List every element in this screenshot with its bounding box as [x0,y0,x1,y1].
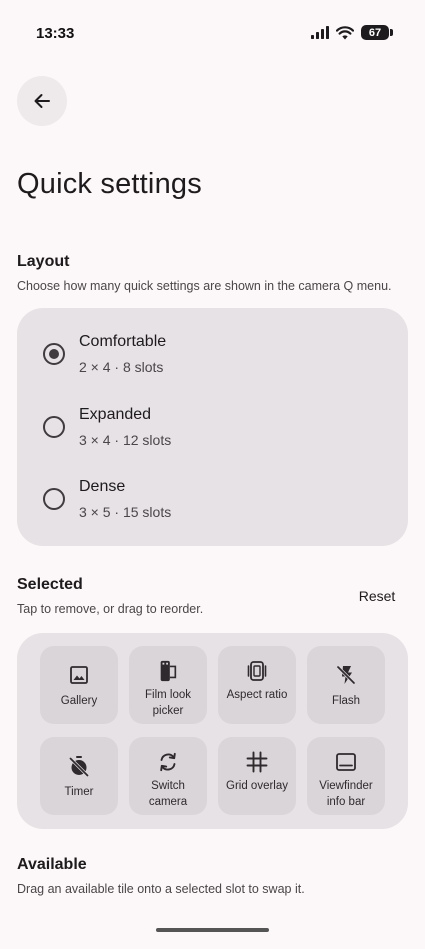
status-bar: 13:33 67 [0,0,425,66]
tile-label: Flash [331,695,361,707]
selected-tiles-card: Gallery Film look picker Aspect ratio Fl… [17,633,408,829]
tile-label: Grid overlay [226,780,288,792]
available-section-description: Drag an available tile onto a selected s… [17,882,305,896]
selected-section-title: Selected [17,576,83,593]
info-bar-icon [335,751,357,773]
tile-label: Switch camera [148,780,188,808]
battery-level: 67 [368,26,382,39]
layout-section-title: Layout [17,253,70,270]
layout-option-comfortable[interactable]: Comfortable 2 × 4 · 8 slots [17,319,408,389]
grid-icon [246,751,268,773]
tile-label: Aspect ratio [226,689,288,701]
layout-option-label: Expanded [79,406,152,423]
layout-option-sublabel: 2 × 4 · 8 slots [79,359,164,375]
layout-option-label: Comfortable [79,333,167,350]
aspect-ratio-icon [246,660,268,682]
tile-viewfinder-info-bar[interactable]: Viewfinder info bar [307,737,385,815]
radio-unchecked-icon[interactable] [43,416,65,438]
layout-option-sublabel: 3 × 5 · 15 slots [79,504,172,520]
timer-off-icon [68,755,90,777]
status-time: 13:33 [36,25,75,42]
tile-grid-overlay[interactable]: Grid overlay [218,737,296,815]
tile-film-look-picker[interactable]: Film look picker [129,646,207,724]
home-indicator[interactable] [156,928,269,932]
tile-switch-camera[interactable]: Switch camera [129,737,207,815]
tile-flash[interactable]: Flash [307,646,385,724]
available-section-title: Available [17,856,87,873]
layout-option-dense[interactable]: Dense 3 × 5 · 15 slots [17,464,408,534]
selected-section-description: Tap to remove, or drag to reorder. [17,602,204,616]
film-look-icon [157,660,179,682]
layout-option-expanded[interactable]: Expanded 3 × 4 · 12 slots [17,392,408,462]
reset-button[interactable]: Reset [350,584,404,608]
tile-label: Viewfinder info bar [319,780,373,808]
signal-icon [311,26,329,39]
tile-label: Timer [64,786,94,798]
back-button[interactable] [17,76,67,126]
tile-label: Film look picker [144,689,191,717]
layout-option-sublabel: 3 × 4 · 12 slots [79,432,172,448]
layout-options-card: Comfortable 2 × 4 · 8 slots Expanded 3 ×… [17,308,408,546]
radio-unchecked-icon[interactable] [43,488,65,510]
status-icons: 67 [311,25,393,40]
page-title: Quick settings [17,168,202,200]
battery-icon: 67 [361,25,393,40]
layout-section-description: Choose how many quick settings are shown… [17,279,392,293]
radio-checked-icon[interactable] [43,343,65,365]
switch-camera-icon [157,751,179,773]
tile-label: Gallery [60,695,98,707]
gallery-icon [68,664,90,686]
tile-timer[interactable]: Timer [40,737,118,815]
tile-gallery[interactable]: Gallery [40,646,118,724]
wifi-icon [336,25,354,39]
flash-off-icon [335,664,357,686]
tile-aspect-ratio[interactable]: Aspect ratio [218,646,296,724]
arrow-back-icon [34,94,50,108]
layout-option-label: Dense [79,478,126,495]
